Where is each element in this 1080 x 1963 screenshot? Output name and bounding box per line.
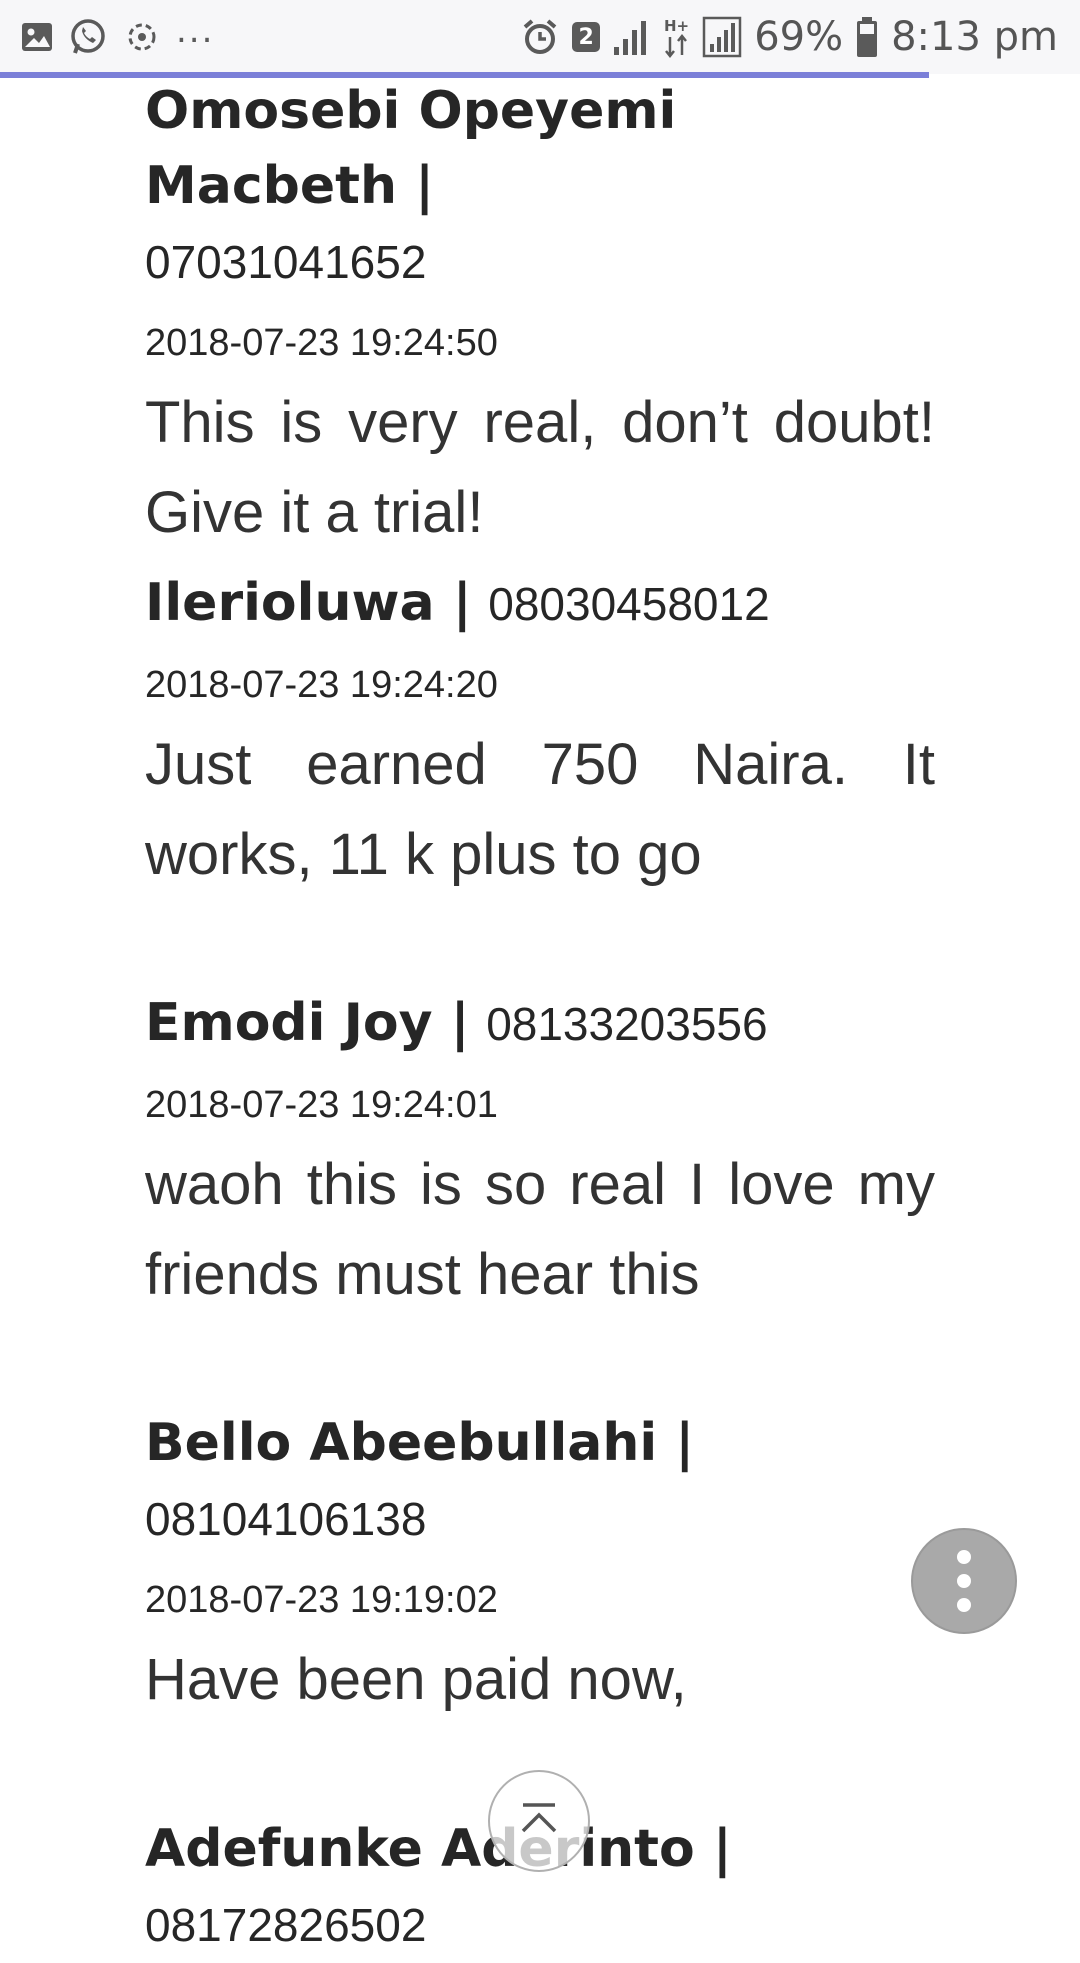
- comment-author: Omosebi Opeyemi Macbeth |: [145, 81, 677, 216]
- comment-phone: 08030458012: [488, 578, 770, 630]
- more-options-button[interactable]: [911, 1528, 1017, 1634]
- more-vert-icon: [957, 1598, 971, 1612]
- overflow-notifications: ...: [176, 11, 215, 51]
- comment-phone: 07031041652: [145, 236, 427, 288]
- comment-text: Just earned 750 Naira. It works, 11 k pl…: [145, 732, 935, 887]
- status-bar-right: 2 H+ 69% 8:13 pm: [520, 10, 1058, 64]
- comment-phone: 08172826502: [145, 1899, 427, 1951]
- sync-icon: [122, 17, 162, 57]
- svg-text:H+: H+: [664, 17, 689, 35]
- clock: 8:13 pm: [891, 14, 1058, 60]
- comment-item: Bello Abeebullahi | 08104106138 2018-07-…: [145, 1406, 935, 1725]
- status-bar-left: ...: [20, 11, 215, 62]
- battery-percentage: 69%: [754, 14, 844, 60]
- comment-text: Have been paid now,: [145, 1647, 687, 1712]
- comment-author: Adefunke Aderinto |: [145, 1819, 732, 1879]
- comment-author-line: Omosebi Opeyemi Macbeth | 07031041652: [145, 74, 935, 300]
- comment-item: Emodi Joy | 08133203556 2018-07-23 19:24…: [145, 986, 935, 1320]
- comment-timestamp: 2018-07-23 19:24:20: [145, 664, 498, 706]
- comment-item: Omosebi Opeyemi Macbeth | 07031041652 20…: [145, 74, 935, 558]
- comment-author-line: Bello Abeebullahi | 08104106138: [145, 1406, 935, 1557]
- signal-icon-sim2: [702, 16, 742, 58]
- network-type-icon: H+: [662, 15, 690, 59]
- comment-text: This is very real, don’t doubt! Give it …: [145, 390, 935, 545]
- more-vert-icon: [957, 1574, 971, 1588]
- comment-author: Bello Abeebullahi |: [145, 1413, 695, 1473]
- scroll-to-top-button[interactable]: [488, 1770, 590, 1872]
- signal-icon-sim1: [612, 17, 650, 57]
- whatsapp-icon: [68, 17, 108, 57]
- sim-badge: 2: [572, 22, 601, 52]
- more-vert-icon: [957, 1550, 971, 1564]
- comment-author: Ilerioluwa |: [145, 573, 472, 633]
- comment-timestamp: 2018-07-23 19:24:50: [145, 322, 498, 364]
- comment-author-line: Ilerioluwa | 08030458012: [145, 566, 935, 642]
- gallery-icon: [20, 20, 54, 54]
- battery-icon: [855, 16, 879, 58]
- comment-author-line: Emodi Joy | 08133203556: [145, 986, 935, 1062]
- comment-timestamp: 2018-07-23 19:24:01: [145, 1084, 498, 1126]
- comment-phone: 08104106138: [145, 1493, 427, 1545]
- chevron-up-icon: [517, 1799, 561, 1843]
- comment-text: waoh this is so real I love my friends m…: [145, 1152, 935, 1307]
- comment-phone: 08133203556: [486, 998, 768, 1050]
- comment-author: Emodi Joy |: [145, 993, 470, 1053]
- status-bar: ... 2 H+ 69% 8:13 pm: [0, 0, 1080, 74]
- alarm-icon: [520, 17, 560, 57]
- comment-item: Ilerioluwa | 08030458012 2018-07-23 19:2…: [145, 566, 935, 900]
- comment-timestamp: 2018-07-23 19:19:02: [145, 1579, 498, 1621]
